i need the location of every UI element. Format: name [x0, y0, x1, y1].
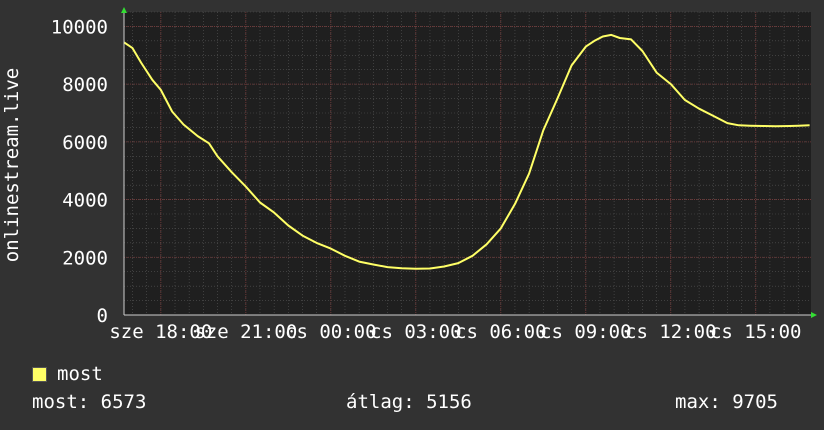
y-axis-label: onlinestream.live: [1, 68, 23, 262]
x-tick-label: cs 12:00: [625, 321, 717, 343]
y-tick-label: 2000: [62, 247, 108, 269]
y-axis-arrow-icon: [121, 7, 127, 13]
x-tick-label: cs 00:00: [285, 321, 377, 343]
stat-average: átlag: 5156: [346, 391, 472, 413]
x-tick-label: cs 09:00: [540, 321, 632, 343]
line-chart: 0 2000 4000 6000 8000 10000 sze 18:00sze 21:0…: [1, 7, 817, 343]
y-tick-label: 10000: [51, 16, 108, 38]
plot-area: [124, 12, 811, 315]
legend-swatch: [32, 366, 47, 382]
x-tick-label: cs 15:00: [710, 321, 802, 343]
stat-now: most: 6573: [32, 391, 147, 413]
y-tick-label: 8000: [62, 74, 108, 96]
grid: [124, 11, 811, 316]
y-axis-ticks: 0 2000 4000 6000 8000 10000: [51, 16, 108, 327]
stat-max: max: 9705: [675, 391, 778, 413]
legend: most: [32, 363, 103, 385]
y-tick-label: 6000: [62, 132, 108, 154]
x-tick-label: sze 21:00: [194, 321, 297, 343]
x-tick-label: cs 03:00: [370, 321, 462, 343]
x-tick-label: cs 06:00: [455, 321, 547, 343]
y-tick-label: 0: [97, 305, 108, 327]
x-axis-ticks: sze 18:00sze 21:00cs 00:00cs 03:00cs 06:…: [109, 321, 801, 343]
y-tick-label: 4000: [62, 190, 108, 212]
x-axis-arrow-icon: [811, 312, 817, 318]
legend-label: most: [57, 363, 103, 385]
